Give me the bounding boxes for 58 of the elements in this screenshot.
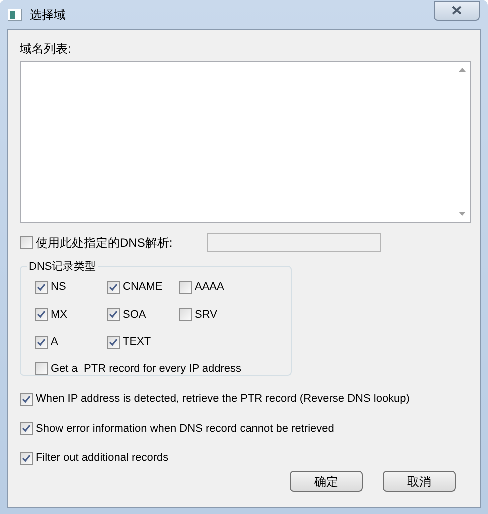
close-button[interactable] [434, 0, 480, 20]
record-type-checkbox[interactable]: CNAME [107, 279, 179, 296]
window-title: 选择域 [30, 6, 66, 24]
close-icon [452, 6, 462, 15]
checkbox[interactable] [107, 280, 120, 294]
domain-list-label: 域名列表: [20, 41, 72, 58]
option-checkbox[interactable]: When IP address is detected, retrieve the PTR record (Reverse DNS lookup) [20, 391, 468, 408]
ptr-checkbox[interactable]: Get a PTR record for every IP address [35, 360, 291, 377]
checkbox[interactable] [20, 422, 33, 436]
checkmark-icon [37, 282, 46, 292]
record-type-checkbox[interactable]: SOA [107, 306, 179, 323]
checkbox[interactable] [107, 308, 120, 322]
checkmark-icon [109, 282, 118, 292]
checkbox-label: NS [51, 280, 66, 295]
record-type-checkbox[interactable]: NS [35, 279, 107, 296]
checkbox[interactable] [35, 280, 48, 294]
record-type-checkbox[interactable]: A [35, 334, 107, 350]
checkbox-label: When IP address is detected, retrieve the PTR record (Reverse DNS lookup) [36, 392, 410, 407]
checkbox[interactable] [179, 280, 192, 294]
checkmark-icon [37, 310, 46, 320]
dialog-button[interactable]: 取消 [383, 471, 456, 492]
checkbox-label: SRV [195, 308, 218, 322]
checkbox[interactable] [35, 362, 48, 376]
checkbox[interactable] [20, 452, 33, 465]
checkbox[interactable] [35, 308, 48, 322]
scroll-up-icon[interactable] [458, 68, 466, 72]
checkbox-label: AAAA [195, 280, 224, 295]
record-type-checkbox[interactable]: SRV [179, 306, 251, 323]
checkbox[interactable] [20, 392, 33, 406]
checkbox-label: Get a PTR record for every IP address [51, 362, 242, 376]
checkbox[interactable] [179, 308, 192, 322]
checkmark-icon [109, 310, 118, 320]
scroll-down-icon[interactable] [458, 212, 466, 216]
checkbox-label: SOA [123, 308, 146, 322]
checkmark-icon [22, 394, 31, 404]
option-checkbox[interactable]: Show error information when DNS record cannot be retrieved [20, 420, 468, 437]
checkbox[interactable] [35, 336, 48, 349]
checkbox-label: Show error information when DNS record cannot be retrieved [36, 422, 334, 436]
checkbox-label: TEXT [123, 335, 152, 350]
dialog-button[interactable]: 确定 [290, 471, 363, 492]
checkbox-label: CNAME [123, 280, 163, 295]
record-type-checkbox[interactable]: AAAA [179, 279, 251, 296]
checkmark-icon [22, 454, 31, 463]
checkbox-label: MX [51, 308, 68, 322]
record-type-checkbox[interactable]: MX [35, 306, 107, 323]
checkmark-icon [22, 424, 31, 434]
dns-server-field[interactable] [207, 233, 381, 252]
custom-dns-checkbox[interactable]: 使用此处指定的DNS解析: [20, 234, 207, 252]
checkbox-label: 使用此处指定的DNS解析: [36, 234, 173, 252]
checkbox-label: A [51, 335, 58, 350]
window-icon [8, 8, 22, 20]
checkbox[interactable] [107, 336, 120, 349]
option-checkbox[interactable]: Filter out additional records [20, 450, 468, 466]
checkbox-label: Filter out additional records [36, 451, 169, 466]
record-type-checkbox[interactable]: TEXT [107, 334, 179, 350]
checkbox[interactable] [20, 236, 33, 249]
checkmark-icon [37, 338, 46, 347]
checkmark-icon [109, 338, 118, 347]
